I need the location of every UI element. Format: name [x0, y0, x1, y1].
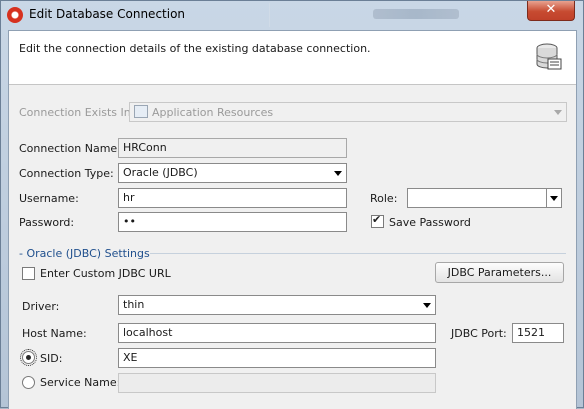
header-description: Edit the connection details of the exist… — [19, 42, 371, 55]
connection-name-label: Connection Name: — [19, 142, 121, 155]
close-icon: ✕ — [545, 2, 557, 17]
custom-jdbc-url-checkbox[interactable] — [22, 267, 35, 280]
sid-radio[interactable] — [20, 349, 37, 366]
save-password-checkbox[interactable]: ✔ — [371, 213, 384, 228]
window-title: Edit Database Connection — [29, 7, 186, 21]
close-button[interactable]: ✕ — [527, 1, 575, 21]
jdbc-port-label: JDBC Port: — [451, 327, 507, 340]
role-label: Role: — [370, 192, 398, 205]
save-password-label: Save Password — [389, 216, 471, 229]
title-bar[interactable]: Edit Database Connection ✕ — [1, 1, 583, 29]
driver-value: thin — [123, 298, 145, 311]
connection-type-select[interactable]: Oracle (JDBC) — [118, 163, 347, 183]
driver-label: Driver: — [22, 300, 60, 313]
oracle-app-icon — [7, 7, 23, 23]
dialog-header: Edit the connection details of the exist… — [9, 31, 576, 85]
username-label: Username: — [19, 192, 79, 205]
jdbc-parameters-button[interactable]: JDBC Parameters... — [435, 262, 564, 283]
checkmark-icon: ✔ — [372, 213, 382, 226]
sid-label: SID: — [40, 352, 63, 365]
sid-field[interactable]: XE — [118, 348, 436, 368]
password-label: Password: — [19, 216, 75, 229]
dialog-content: Edit the connection details of the exist… — [8, 30, 577, 409]
connection-exists-in-select[interactable]: Application Resources — [129, 102, 567, 122]
host-name-label: Host Name: — [22, 327, 87, 340]
dialog-window: Edit Database Connection ✕ Edit the conn… — [0, 0, 584, 409]
connection-name-field[interactable]: HRConn — [118, 138, 347, 158]
connection-exists-in-value: Application Resources — [152, 106, 274, 119]
driver-select[interactable]: thin — [118, 295, 436, 315]
chevron-down-icon — [550, 196, 558, 201]
jdbc-port-field[interactable]: 1521 — [512, 323, 564, 343]
connection-exists-in-label: Connection Exists In: — [19, 106, 135, 119]
service-name-radio[interactable] — [22, 376, 35, 389]
radio-selected-dot — [26, 355, 31, 360]
role-dropdown-button[interactable] — [546, 189, 561, 207]
chevron-down-icon — [423, 303, 431, 308]
background-window-title — [373, 9, 459, 19]
chevron-down-icon — [554, 110, 562, 115]
chevron-down-icon — [334, 171, 342, 176]
database-edit-icon — [536, 43, 562, 70]
oracle-settings-section-title: - Oracle (JDBC) Settings — [19, 247, 150, 260]
host-name-field[interactable]: localhost — [118, 323, 436, 343]
service-name-label: Service Name: — [40, 376, 121, 389]
role-select[interactable] — [407, 188, 562, 208]
password-field[interactable]: •• — [118, 212, 347, 232]
application-resources-icon — [134, 105, 148, 118]
connection-type-value: Oracle (JDBC) — [123, 166, 198, 179]
section-divider — [150, 253, 566, 254]
username-field[interactable]: hr — [118, 188, 347, 208]
title-bar-divider — [269, 3, 270, 27]
custom-jdbc-url-label: Enter Custom JDBC URL — [40, 267, 171, 280]
service-name-field[interactable] — [118, 373, 436, 393]
connection-type-label: Connection Type: — [19, 167, 114, 180]
